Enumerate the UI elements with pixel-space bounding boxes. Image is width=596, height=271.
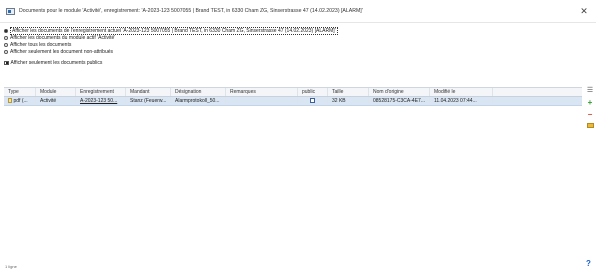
radio-current-record[interactable] — [4, 29, 8, 34]
column-header-size[interactable]: Taille — [328, 88, 369, 96]
public-checkbox[interactable] — [310, 98, 315, 103]
cell-client: Stanz (Feuerw... — [126, 97, 171, 105]
cell-record-link[interactable]: A-2023-123 50... — [76, 97, 126, 105]
column-header-client[interactable]: Mandant — [126, 88, 171, 96]
option-unassigned[interactable]: Afficher seulement les document non-attr… — [4, 49, 444, 56]
column-header-designation[interactable]: Désignation — [171, 88, 226, 96]
public-only-option[interactable]: Afficher seulement les documents publics — [4, 60, 444, 67]
minus-icon[interactable]: − — [586, 111, 594, 119]
cell-remarks — [226, 97, 298, 105]
row-count: 1 ligne — [5, 264, 17, 269]
cell-type-text: pdf (... — [13, 98, 28, 104]
folder-button[interactable] — [586, 123, 594, 131]
table-toolbar: ☰ + − — [586, 87, 596, 135]
table-header: Type Module Enregistrement Mandant Désig… — [4, 88, 582, 97]
option-unassigned-label: Afficher seulement les document non-attr… — [10, 49, 114, 56]
plus-icon[interactable]: + — [586, 99, 594, 107]
column-header-type[interactable]: Type — [4, 88, 36, 96]
cell-size: 32 KB — [328, 97, 369, 105]
column-header-record[interactable]: Enregistrement — [76, 88, 126, 96]
column-header-public[interactable]: public — [298, 88, 328, 96]
radio-unassigned[interactable] — [4, 50, 8, 55]
column-header-filler — [493, 88, 582, 96]
display-options: Afficher les documents de l'enregistreme… — [4, 27, 444, 67]
table-row[interactable]: pdf (... Activité A-2023-123 50... Stanz… — [4, 97, 582, 106]
cell-public — [298, 97, 328, 105]
cell-modified: 11.04.2023 07:44... — [430, 97, 493, 105]
radio-active-module[interactable] — [4, 36, 8, 41]
column-header-module[interactable]: Module — [36, 88, 76, 96]
option-active-module-label: Afficher les documents du module actif '… — [10, 35, 116, 42]
pdf-file-icon — [8, 98, 12, 103]
close-button[interactable]: ✕ — [578, 5, 590, 17]
cell-designation: Alarmprotokoll_50... — [171, 97, 226, 105]
column-header-original-name[interactable]: Nom d'origine — [369, 88, 430, 96]
column-header-modified[interactable]: Modifié le — [430, 88, 493, 96]
menu-icon[interactable]: ☰ — [586, 87, 594, 95]
column-header-remarks[interactable]: Remarques — [226, 88, 298, 96]
title-bar: Documents pour le module 'Activité', enr… — [0, 0, 596, 23]
documents-table: Type Module Enregistrement Mandant Désig… — [4, 87, 582, 258]
option-all-documents[interactable]: Afficher tous les documents — [4, 42, 444, 49]
cell-filler — [493, 97, 582, 105]
cell-module: Activité — [36, 97, 76, 105]
window-title: Documents pour le module 'Activité', enr… — [19, 8, 363, 14]
option-current-record-label: Afficher les documents de l'enregistreme… — [10, 27, 338, 36]
document-window-icon — [6, 7, 15, 15]
help-icon[interactable]: ? — [586, 259, 594, 269]
public-only-label: Afficher seulement les documents publics — [10, 60, 103, 66]
radio-all-documents[interactable] — [4, 43, 8, 48]
option-current-record[interactable]: Afficher les documents de l'enregistreme… — [4, 27, 444, 36]
option-active-module[interactable]: Afficher les documents du module actif '… — [4, 35, 444, 42]
folder-icon — [586, 123, 594, 128]
option-all-documents-label: Afficher tous les documents — [10, 42, 72, 49]
cell-original-name: 08528175-C3CA-4E7... — [369, 97, 430, 105]
public-only-checkbox[interactable] — [4, 60, 9, 66]
cell-type: pdf (... — [4, 97, 36, 105]
